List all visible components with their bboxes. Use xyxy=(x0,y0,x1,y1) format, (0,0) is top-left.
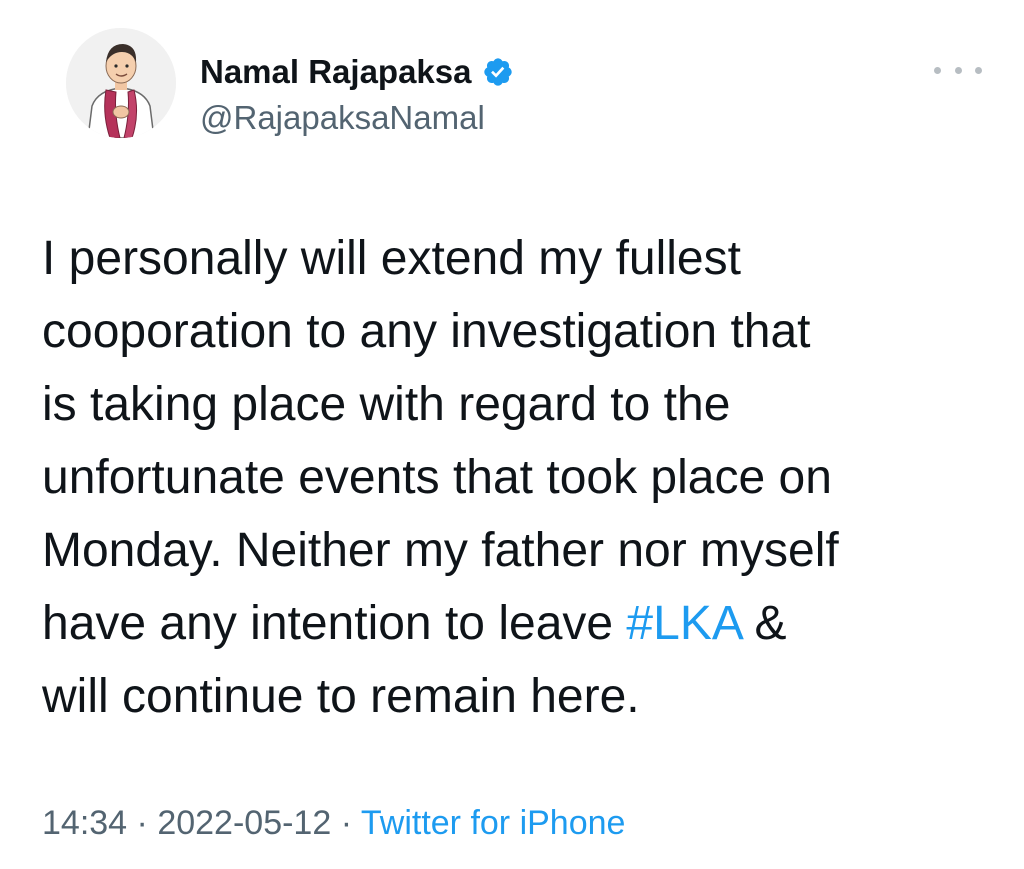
meta-separator-dot: · xyxy=(136,804,148,842)
author-avatar[interactable] xyxy=(66,28,176,138)
hashtag-link[interactable]: #LKA xyxy=(626,597,741,650)
tweet-line-with-hashtag: have any intention to leave #LKA & xyxy=(42,587,1002,660)
author-display-name[interactable]: Namal Rajapaksa xyxy=(200,52,472,92)
more-dot xyxy=(934,66,941,74)
tweet-line: will continue to remain here. xyxy=(42,670,640,723)
meta-separator-dot: · xyxy=(340,804,353,842)
meta-separator: · xyxy=(137,804,158,842)
meta-separator: · xyxy=(341,804,361,842)
tweet-line: unfortunate events that took place on xyxy=(42,451,832,504)
tweet-meta: 14:34 · 2022-05-12 · Twitter for iPhone xyxy=(42,801,625,845)
author-handle[interactable]: @RajapaksaNamal xyxy=(200,98,485,138)
more-dot xyxy=(975,66,982,74)
tweet-text: I personally will extend my fullest coop… xyxy=(42,222,1002,733)
tweet-time[interactable]: 14:34 xyxy=(42,804,127,842)
tweet-date[interactable]: 2022-05-12 xyxy=(157,804,331,842)
tweet-line: is taking place with regard to the xyxy=(42,378,731,431)
verified-badge-icon xyxy=(482,56,514,88)
tweet-line-text: have any intention to leave xyxy=(42,597,627,650)
tweet-line: I personally will extend my fullest xyxy=(42,232,741,285)
author-name-row[interactable]: Namal Rajapaksa xyxy=(200,52,514,92)
tweet-source-link[interactable]: Twitter for iPhone xyxy=(361,804,626,842)
tweet-line: cooporation to any investigation that xyxy=(42,305,811,358)
tweet-line: Monday. Neither my father nor myself xyxy=(42,524,839,577)
more-options-icon[interactable] xyxy=(934,56,982,84)
more-dot xyxy=(954,66,962,74)
avatar-illustration-icon xyxy=(66,28,176,138)
tweet-card: Namal Rajapaksa @RajapaksaNamal I person… xyxy=(0,0,1024,869)
tweet-line-text: & xyxy=(741,597,787,650)
